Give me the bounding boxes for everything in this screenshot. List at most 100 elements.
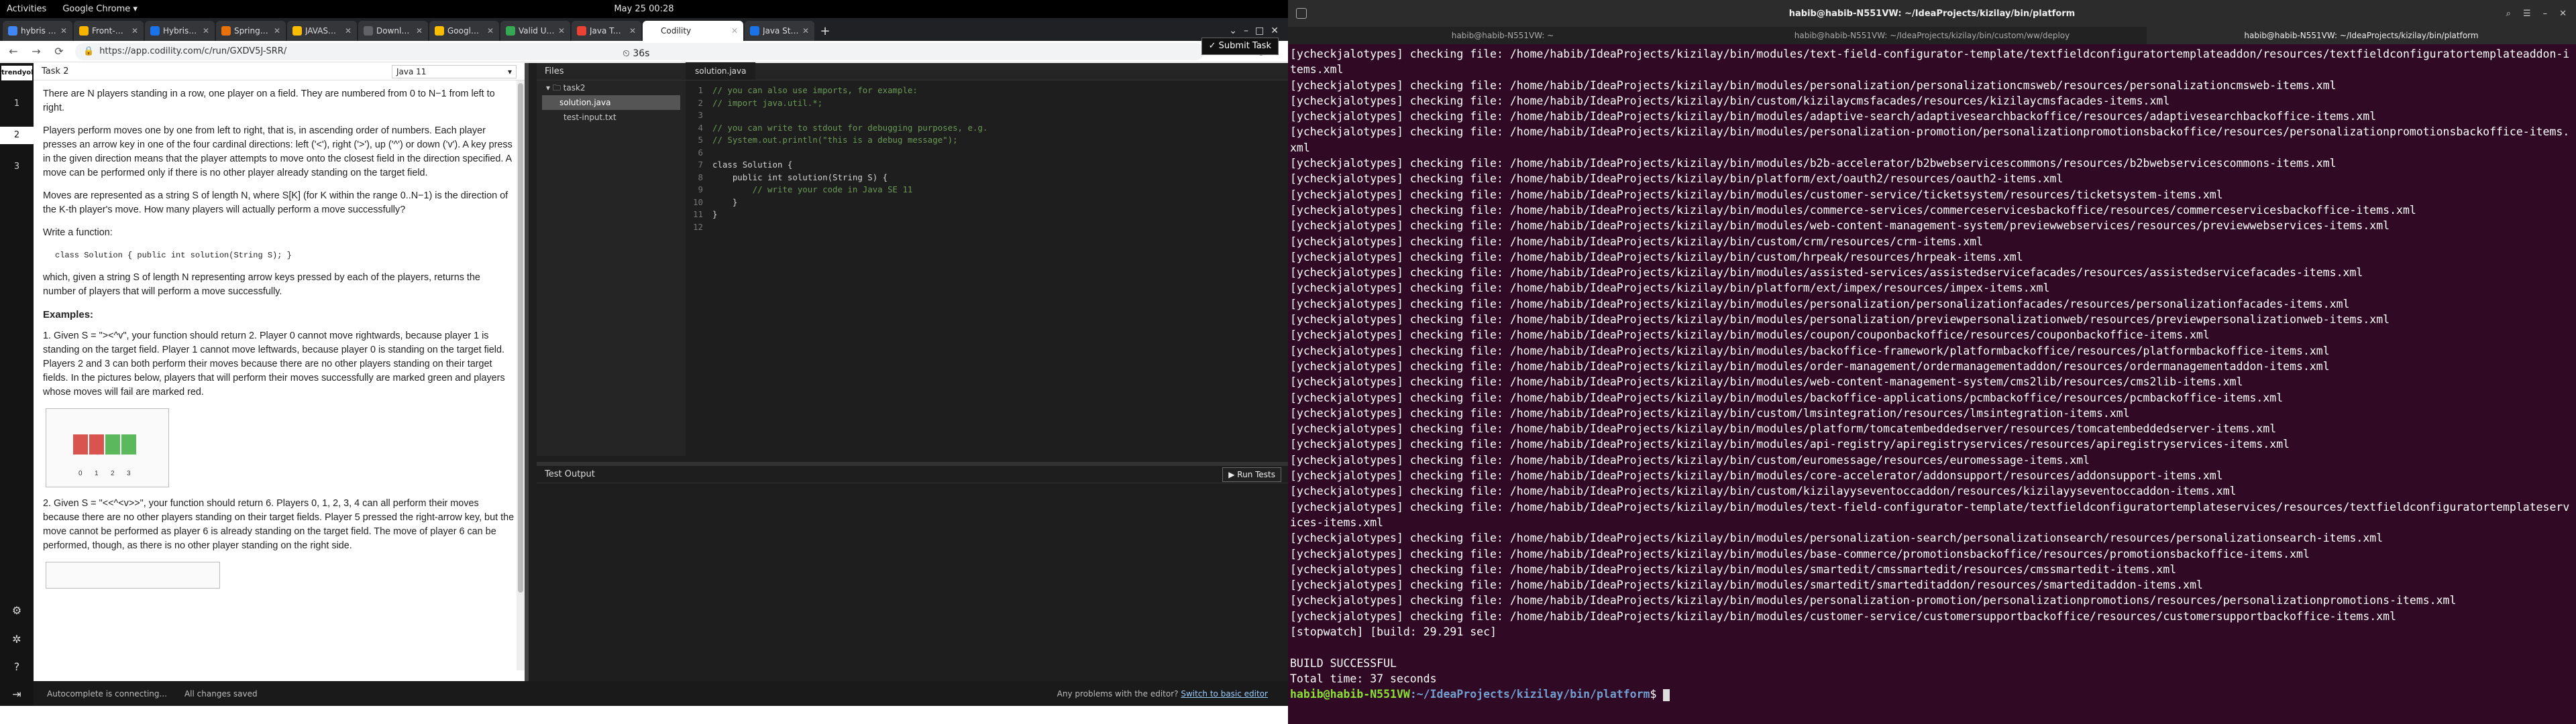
menu-icon[interactable]: ☰ [2523, 9, 2531, 19]
code-text: public int solution(String S) { [712, 172, 888, 182]
tab-label: Google Keep [447, 26, 484, 36]
minimize-icon[interactable]: – [2543, 9, 2548, 19]
search-icon[interactable]: ⌕ [2506, 9, 2511, 19]
language-select[interactable]: Java 11 ▾ [392, 64, 517, 78]
exit-icon[interactable]: ⇥ [9, 686, 25, 703]
close-icon[interactable]: ✕ [131, 26, 138, 36]
task-3-link[interactable]: 3 [0, 158, 34, 176]
code-line: 3 [686, 109, 1288, 122]
back-icon[interactable]: ← [7, 45, 20, 58]
example-1-figure: 0 1 2 3 [46, 408, 169, 487]
code-editor: ✓ Submit Task solution.java 1 // you can … [686, 38, 1288, 456]
terminal-line: [ycheckjalotypes] checking file: /home/h… [1290, 297, 2350, 310]
line-number: 7 [698, 160, 703, 170]
close-icon[interactable]: ✕ [274, 26, 280, 36]
app-menu[interactable]: Google Chrome ▾ [62, 4, 138, 14]
code-line: 8 public int solution(String S) { [686, 172, 1288, 184]
terminal-output[interactable]: [ycheckjalotypes] checking file: /home/h… [1288, 44, 2576, 702]
close-icon[interactable]: ✕ [1271, 25, 1279, 36]
close-icon[interactable]: ✕ [731, 26, 738, 36]
terminal-line: [ycheckjalotypes] checking file: /home/h… [1290, 250, 2023, 263]
reload-icon[interactable]: ⟳ [52, 45, 66, 58]
code-text: } [712, 196, 738, 207]
browser-tab[interactable]: hybris search✕ [3, 21, 72, 41]
task-rail: trendyol 1 2 3 ⚙ ✲ ? ⇥ [0, 63, 34, 706]
task-scrollbar[interactable] [517, 80, 525, 670]
close-icon[interactable]: ✕ [203, 26, 209, 36]
browser-tab[interactable]: Spring & Hib ✕ [216, 21, 286, 41]
terminal-tab[interactable]: habib@habib-N551VW: ~/IdeaProjects/kizil… [2147, 27, 2576, 44]
task-2-link[interactable]: 2 [0, 127, 34, 144]
browser-tab[interactable]: Google Keep✕ [429, 21, 499, 41]
close-icon[interactable]: ✕ [487, 26, 494, 36]
task-paragraph: There are N players standing in a row, o… [43, 88, 495, 113]
line-number: 3 [698, 110, 703, 120]
browser-tab[interactable]: Front-end d✕ [74, 21, 144, 41]
folder-icon: ▾ 🗀 [546, 83, 564, 93]
terminal-line: BUILD SUCCESSFUL [1290, 656, 1397, 670]
close-icon[interactable]: ✕ [802, 26, 809, 36]
run-tests-button[interactable]: ▶ Run Tests [1222, 467, 1281, 482]
terminal-tab[interactable]: habib@habib-N551VW: ~/IdeaProjects/kizil… [1717, 27, 2147, 44]
company-logo: trendyol [1, 66, 34, 80]
browser-tab[interactable]: Java Tutoria✕ [572, 21, 641, 41]
maximize-icon[interactable]: □ [1255, 25, 1264, 36]
browser-tab[interactable]: Hybris – How ✕ [145, 21, 215, 41]
favicon-icon [648, 26, 657, 36]
file-test-input[interactable]: test-input.txt [537, 110, 686, 125]
scroll-thumb[interactable] [518, 83, 523, 593]
submit-task-button[interactable]: ✓ Submit Task [1201, 38, 1279, 55]
code-text: // you can write to stdout for debugging… [712, 122, 988, 133]
help-icon[interactable]: ? [9, 659, 25, 675]
browser-tab[interactable]: Downloads✕ [358, 21, 428, 41]
editor-tab-solution[interactable]: solution.java [686, 62, 756, 80]
close-icon[interactable]: ✕ [60, 26, 67, 36]
browser-tab[interactable]: Codility ✕ [643, 21, 743, 41]
task-paragraph: Players perform moves one by one from le… [43, 125, 513, 178]
terminal-titlebar: habib@habib-N551VW: ~/IdeaProjects/kizil… [1288, 0, 2576, 27]
new-tab-icon[interactable] [1296, 8, 1307, 19]
line-number: 8 [698, 172, 703, 182]
code-line: 9 // write your code in Java SE 11 [686, 184, 1288, 196]
chevron-down-icon[interactable]: ⌄ [1229, 25, 1237, 36]
example-2-figure [46, 562, 220, 589]
forward-icon[interactable]: → [30, 45, 43, 58]
favicon-icon [364, 26, 373, 36]
terminal-title: habib@habib-N551VW: ~/IdeaProjects/kizil… [1788, 8, 2076, 19]
code-text: // System.out.println("this is a debug m… [712, 135, 958, 145]
tab-label: Java Tutoria [590, 26, 626, 36]
browser-tab[interactable]: Java String✕ [745, 21, 814, 41]
minimize-icon[interactable]: – [1244, 25, 1248, 36]
code-area[interactable]: 1 // you can also use imports, for exampl… [686, 80, 1288, 233]
favicon-icon [150, 26, 160, 36]
terminal-tab[interactable]: habib@habib-N551VW: ~ [1288, 27, 1717, 44]
task-title: Task 2 [42, 66, 69, 76]
prompt-symbol: $ [1650, 688, 1664, 701]
activities-button[interactable]: Activities [7, 4, 46, 14]
example-1: 1. Given S = "><^v", your function shoul… [43, 330, 505, 398]
close-icon[interactable]: ✕ [416, 26, 423, 36]
task-1-link[interactable]: 1 [0, 95, 34, 113]
code-line: 7 class Solution { [686, 159, 1288, 172]
terminal-line: [ycheckjalotypes] checking file: /home/h… [1290, 391, 2284, 404]
browser-tab[interactable]: Valid Userna✕ [500, 21, 570, 41]
line-number: 2 [698, 97, 703, 108]
close-icon[interactable]: ✕ [558, 26, 565, 36]
close-icon[interactable]: ✕ [629, 26, 636, 36]
timer: ⏲ 36s [623, 48, 650, 59]
close-icon[interactable]: ✕ [345, 26, 352, 36]
basic-editor-link[interactable]: Switch to basic editor [1181, 689, 1268, 699]
new-tab-button[interactable]: + [816, 21, 835, 41]
gear-icon[interactable]: ✲ [9, 631, 25, 648]
line-number: 1 [698, 85, 703, 95]
folder-task2[interactable]: ▾ 🗀 task2 [537, 80, 686, 95]
browser-tab[interactable]: JAVASCRIPT ✕ [287, 21, 357, 41]
tab-label: Hybris – How [163, 26, 199, 36]
settings-icon[interactable]: ⚙ [9, 603, 25, 619]
close-icon[interactable]: ✕ [2559, 9, 2567, 19]
code-line: 5 // System.out.println("this is a debug … [686, 134, 1288, 147]
code-line: 1 // you can also use imports, for exampl… [686, 84, 1288, 97]
save-status: All changes saved [184, 688, 258, 699]
file-solution-java[interactable]: solution.java [542, 95, 680, 110]
